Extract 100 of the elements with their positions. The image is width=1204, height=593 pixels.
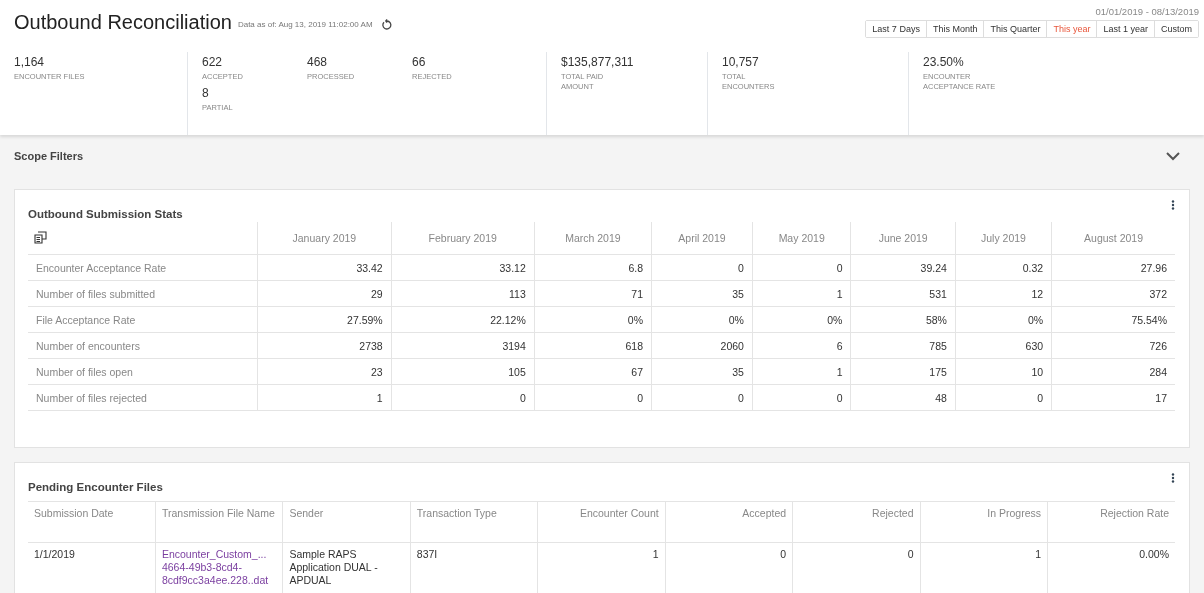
table-cell: 0 [752, 254, 851, 281]
table-cell: 0% [955, 306, 1052, 333]
table-cell: 6.8 [534, 254, 652, 281]
export-icon[interactable] [34, 230, 47, 244]
column-header: August 2019 [1051, 222, 1175, 255]
column-header[interactable]: Rejection Rate [1047, 501, 1175, 543]
date-range: 01/01/2019 - 08/13/2019 [1095, 6, 1199, 17]
table-cell: 372 [1051, 280, 1175, 307]
more-icon[interactable] [1171, 473, 1175, 483]
chevron-icon[interactable] [1166, 151, 1180, 161]
table-cell: 0 [391, 384, 535, 411]
column-header: July 2019 [955, 222, 1052, 255]
table-cell: 618 [534, 332, 652, 359]
row-label: Number of files rejected [28, 384, 258, 411]
table-cell: 105 [391, 358, 535, 385]
column-header[interactable]: Submission Date [28, 501, 156, 543]
stat-value: 10,757 [722, 55, 760, 69]
table-cell: 785 [850, 332, 956, 359]
table-cell: 1/1/2019 [34, 548, 75, 560]
row-label: Encounter Acceptance Rate [28, 254, 258, 281]
table-cell: 0% [752, 306, 851, 333]
row-label: Number of files submitted [28, 280, 258, 307]
table-cell: 6 [752, 332, 851, 359]
table-cell: 0 [780, 548, 787, 560]
table-cell: 0 [651, 254, 753, 281]
table-cell: 1 [752, 358, 851, 385]
table-cell: 33.12 [391, 254, 535, 281]
table-cell: 33.42 [257, 254, 392, 281]
section-title: Scope Filters [14, 150, 84, 162]
date-range-tab[interactable]: Custom [1154, 21, 1198, 37]
page-title: Outbound Reconciliation [14, 10, 232, 34]
table-cell: 17 [1051, 384, 1175, 411]
table-cell: 0 [534, 384, 652, 411]
card-title: Pending Encounter Files [28, 481, 163, 493]
card-title: Outbound Submission Stats [28, 208, 183, 220]
table-cell: 837I [416, 548, 438, 560]
column-header: June 2019 [850, 222, 956, 255]
table-cell: 10 [955, 358, 1052, 385]
refresh-icon[interactable] [380, 18, 393, 31]
table-cell: 67 [534, 358, 652, 385]
table-cell: 1 [257, 384, 392, 411]
table-cell: 2738 [257, 332, 392, 359]
column-header[interactable]: Encounter Count [537, 501, 666, 543]
column-header: February 2019 [391, 222, 535, 255]
table-cell: 1 [652, 548, 659, 560]
table-cell: 12 [955, 280, 1052, 307]
table-cell: 0 [907, 548, 914, 560]
table-cell: 0 [752, 384, 851, 411]
stat-value: 8 [202, 85, 210, 100]
table-cell: 2060 [651, 332, 753, 359]
data-timestamp: Data as of: Aug 13, 2019 11:02:00 AM [237, 20, 373, 29]
table-cell: 726 [1051, 332, 1175, 359]
table-cell: 0 [955, 384, 1052, 411]
column-header[interactable]: Transmission File Name [155, 501, 283, 543]
row-label: Number of encounters [28, 332, 258, 359]
table-cell: 58% [850, 306, 956, 333]
table-cell: 29 [257, 280, 392, 307]
stat-value: 66 [412, 55, 427, 69]
table-cell: 175 [850, 358, 956, 385]
column-header[interactable]: Rejected [792, 501, 921, 543]
stat-value: 622 [202, 55, 224, 69]
stat-value: 23.50% [923, 55, 965, 69]
table-cell: 113 [391, 280, 535, 307]
table-cell: 0.32 [955, 254, 1052, 281]
table-cell: 0% [534, 306, 652, 333]
table-cell: 1 [1035, 548, 1041, 560]
table-cell: 75.54% [1051, 306, 1175, 333]
row-label: Number of files open [28, 358, 258, 385]
table-cell: 48 [850, 384, 956, 411]
table-cell: 23 [257, 358, 392, 385]
table-cell: 3194 [391, 332, 535, 359]
file-link[interactable]: Encounter_Custom_... 4664-49b3-8cd4-8cdf9cc3a4ee.228..dat [161, 548, 277, 588]
column-header: January 2019 [257, 222, 392, 255]
row-label: File Acceptance Rate [28, 306, 258, 333]
table-cell: 39.24 [850, 254, 956, 281]
table-cell: 27.59% [257, 306, 392, 333]
table-cell: 630 [955, 332, 1052, 359]
column-header: March 2019 [534, 222, 652, 255]
more-icon[interactable] [1171, 200, 1175, 210]
table-cell: 35 [651, 358, 753, 385]
table-cell: 284 [1051, 358, 1175, 385]
column-header[interactable]: Sender [282, 501, 411, 543]
table-cell: 1 [752, 280, 851, 307]
column-header: May 2019 [752, 222, 851, 255]
table-cell: 27.96 [1051, 254, 1175, 281]
column-header: April 2019 [651, 222, 753, 255]
stat-value: 468 [307, 55, 329, 69]
table-cell: 71 [534, 280, 652, 307]
column-header[interactable]: Transaction Type [410, 501, 538, 543]
table-cell: 22.12% [391, 306, 535, 333]
table-cell: 0% [651, 306, 753, 333]
table-cell: 0 [651, 384, 753, 411]
table-cell: Sample RAPS Application DUAL - APDUAL [289, 548, 378, 587]
stat-value: $135,877,311 [561, 55, 635, 69]
table-cell: 531 [850, 280, 956, 307]
stat-value: 1,164 [14, 55, 46, 69]
column-header[interactable]: Accepted [665, 501, 793, 543]
table-cell: 35 [651, 280, 753, 307]
table-cell: 0.00% [1139, 548, 1169, 560]
column-header[interactable]: In Progress [920, 501, 1048, 543]
